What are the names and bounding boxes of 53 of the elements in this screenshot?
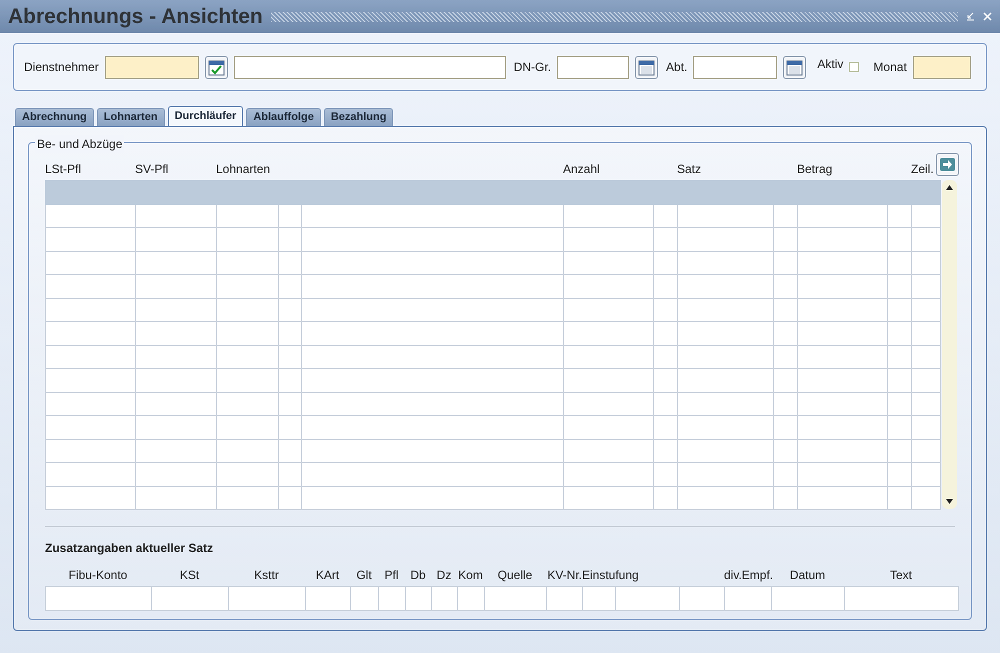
minimize-icon[interactable]: [966, 12, 975, 21]
column-header: Dz: [436, 567, 452, 584]
calendar-button[interactable]: [635, 56, 658, 78]
calendar-icon: [638, 58, 656, 76]
tab[interactable]: Bezahlung: [324, 108, 394, 126]
checkbox-label: Aktiv: [817, 56, 844, 73]
tab[interactable]: Lohnarten: [96, 108, 165, 126]
column-header: Kom: [457, 567, 484, 584]
column-header: Db: [409, 567, 427, 584]
column-header: Einstufung: [582, 567, 640, 584]
employee-field[interactable]: [104, 56, 199, 78]
field-label: Monat: [873, 59, 907, 76]
column-header: Fibu-Konto: [68, 567, 128, 584]
column-header: LSt-Pfl: [45, 161, 82, 178]
column-header: Zeil.: [911, 161, 935, 178]
column-header: KArt: [314, 567, 340, 584]
field-label: Dienstnehmer: [24, 59, 99, 76]
lookup-button[interactable]: [204, 56, 228, 78]
column-header: Glt: [355, 567, 373, 584]
employee-name-field[interactable]: [234, 56, 506, 78]
month-field[interactable]: [912, 56, 971, 78]
scroll-down-icon[interactable]: [945, 497, 954, 506]
field-label: Abt.: [666, 59, 688, 76]
calendar-icon: [786, 58, 804, 76]
column-header: Anzahl: [563, 161, 601, 178]
column-header: Quelle: [496, 567, 534, 584]
column-header: Pfl: [383, 567, 400, 584]
tab[interactable]: Ablauffolge: [246, 108, 321, 126]
active-checkbox[interactable]: [849, 62, 860, 72]
window-title: Abrechnungs - Ansichten: [8, 4, 263, 30]
column-header: Text: [888, 567, 913, 584]
column-header: SV-Pfl: [135, 161, 170, 178]
column-header: KSt: [178, 567, 200, 584]
column-header: Datum: [788, 567, 826, 584]
field-label: DN-Gr.: [514, 59, 552, 76]
column-header: KV-Nr.: [546, 567, 582, 584]
column-header: div.Empf.: [724, 567, 771, 584]
arrow-right-icon: [940, 158, 955, 170]
section-title: Zusatzangaben aktueller Satz: [45, 540, 214, 557]
group-field[interactable]: [557, 56, 630, 78]
calendar-button[interactable]: [783, 56, 806, 78]
tab[interactable]: Durchläufer: [168, 106, 244, 126]
arrow-button[interactable]: [936, 152, 959, 176]
calendar-check-icon: [208, 58, 225, 76]
column-header: Ksttr: [253, 567, 280, 584]
scroll-up-icon[interactable]: [945, 183, 954, 192]
column-header: Betrag: [797, 161, 834, 178]
column-header: Satz: [677, 161, 702, 178]
column-header: Lohnarten: [216, 161, 272, 178]
scrollbar[interactable]: [942, 180, 957, 509]
department-field[interactable]: [693, 56, 778, 78]
close-icon[interactable]: [983, 12, 992, 21]
tab[interactable]: Abrechnung: [15, 108, 94, 126]
